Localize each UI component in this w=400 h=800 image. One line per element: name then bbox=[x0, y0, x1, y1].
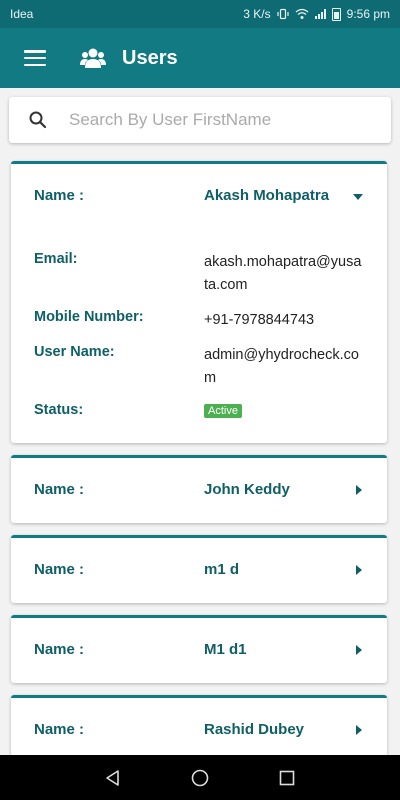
name-label: Name : bbox=[34, 641, 85, 658]
system-navigation-bar bbox=[0, 755, 400, 800]
status-indicators: 3 K/s 9:56 pm bbox=[243, 7, 390, 21]
app-bar: Users bbox=[0, 28, 400, 88]
search-input[interactable] bbox=[69, 110, 369, 130]
vibrate-icon bbox=[277, 8, 289, 20]
home-circle-icon[interactable] bbox=[190, 768, 210, 788]
user-name: Rashid Dubey bbox=[204, 721, 305, 738]
name-label: Name : bbox=[34, 561, 85, 578]
username-row: User Name: admin@yhydrocheck.com bbox=[34, 344, 374, 390]
chevron-right-icon[interactable] bbox=[356, 565, 362, 575]
wifi-icon bbox=[295, 8, 309, 19]
network-speed: 3 K/s bbox=[243, 7, 271, 21]
hamburger-menu-icon[interactable] bbox=[24, 50, 46, 66]
users-group-icon bbox=[80, 48, 106, 68]
user-card[interactable]: Name : John Keddy bbox=[11, 455, 387, 523]
mobile-label: Mobile Number: bbox=[34, 309, 144, 325]
user-name: Akash Mohapatra bbox=[204, 187, 330, 204]
signal-icon bbox=[314, 9, 326, 19]
user-card-header[interactable]: Name : M1 d1 bbox=[11, 618, 387, 678]
email-label: Email: bbox=[34, 251, 78, 267]
user-name: M1 d1 bbox=[204, 641, 247, 658]
name-label: Name : bbox=[34, 481, 85, 498]
status-row: Status: Active bbox=[34, 402, 374, 425]
page-title: Users bbox=[122, 46, 178, 69]
search-bar bbox=[9, 97, 391, 143]
chevron-right-icon[interactable] bbox=[356, 645, 362, 655]
user-card[interactable]: Name : Rashid Dubey bbox=[11, 695, 387, 763]
name-label: Name : bbox=[34, 721, 85, 738]
carrier-name: Idea bbox=[10, 7, 34, 21]
name-label: Name : bbox=[34, 187, 85, 204]
email-value: akash.mohapatra@yusata.com bbox=[204, 254, 362, 293]
chevron-down-icon[interactable] bbox=[353, 194, 363, 200]
email-row: Email: akash.mohapatra@yusata.com bbox=[34, 251, 374, 297]
user-card-header[interactable]: Name : Rashid Dubey bbox=[11, 698, 387, 758]
user-name: m1 d bbox=[204, 561, 240, 578]
user-card[interactable]: Name : m1 d bbox=[11, 535, 387, 603]
username-value: admin@yhydrocheck.com bbox=[204, 347, 359, 386]
status-bar: Idea 3 K/s 9:56 pm bbox=[0, 0, 400, 28]
chevron-right-icon[interactable] bbox=[356, 485, 362, 495]
search-icon bbox=[29, 111, 47, 129]
user-card-header[interactable]: Name : m1 d bbox=[11, 538, 387, 598]
recents-square-icon[interactable] bbox=[277, 768, 297, 788]
user-card[interactable]: Name : M1 d1 bbox=[11, 615, 387, 683]
clock: 9:56 pm bbox=[346, 7, 390, 21]
user-card: Name : Akash Mohapatra Email: akash.moha… bbox=[11, 161, 387, 443]
status-label: Status: bbox=[34, 402, 84, 418]
battery-icon bbox=[331, 7, 341, 21]
user-name: John Keddy bbox=[204, 481, 290, 498]
back-triangle-icon[interactable] bbox=[103, 768, 123, 788]
status-badge: Active bbox=[204, 404, 242, 418]
chevron-right-icon[interactable] bbox=[356, 725, 362, 735]
user-card-header[interactable]: Name : John Keddy bbox=[11, 458, 387, 518]
mobile-row: Mobile Number: +91-7978844743 bbox=[34, 309, 374, 332]
mobile-value: +91-7978844743 bbox=[204, 312, 315, 328]
user-card-header[interactable]: Name : Akash Mohapatra bbox=[11, 164, 387, 224]
username-label: User Name: bbox=[34, 344, 115, 360]
